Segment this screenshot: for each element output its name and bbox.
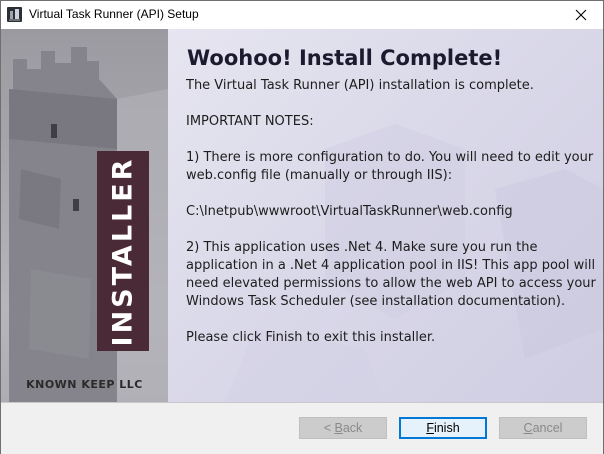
content-panel: INSTALLER KNOWN KEEP LLC Woohoo! Install… [1,29,603,402]
title-bar[interactable]: Virtual Task Runner (API) Setup [1,1,603,29]
exit-instruction: Please click Finish to exit this install… [186,330,436,345]
back-button-prefix: < [323,421,335,435]
back-button-mnemonic: B [334,421,343,435]
cancel-button[interactable]: Cancel [499,417,587,439]
back-button-label: ack [342,421,363,435]
finish-button[interactable]: Finish [399,417,487,439]
button-bar: < Back Finish Cancel [1,402,603,454]
company-name: KNOWN KEEP LLC [26,378,143,391]
window-title: Virtual Task Runner (API) Setup [29,7,199,21]
note-1-text: 1) There is more configuration to do. Yo… [186,150,594,183]
finish-button-mnemonic: F [426,421,434,435]
completion-message: The Virtual Task Runner (API) installati… [186,77,596,347]
sidebar-image: INSTALLER KNOWN KEEP LLC [1,29,168,402]
installer-window: Virtual Task Runner (API) Setup INSTALLE… [0,0,604,454]
intro-text: The Virtual Task Runner (API) installati… [186,78,534,93]
installer-banner-text: INSTALLER [107,156,139,346]
config-path: C:\Inetpub\wwwroot\VirtualTaskRunner\web… [186,204,513,219]
installer-banner: INSTALLER [97,151,149,351]
cancel-button-label: ancel [532,421,563,435]
finish-button-label: inish [433,421,460,435]
note-2-text: 2) This application uses .Net 4. Make su… [186,240,596,309]
cancel-button-mnemonic: C [523,421,533,435]
close-button[interactable] [559,1,603,29]
app-icon [7,7,22,22]
back-button[interactable]: < Back [299,417,387,439]
page-title: Woohoo! Install Complete! [187,46,503,70]
close-icon[interactable] [575,9,587,21]
notes-heading: IMPORTANT NOTES: [186,114,314,129]
